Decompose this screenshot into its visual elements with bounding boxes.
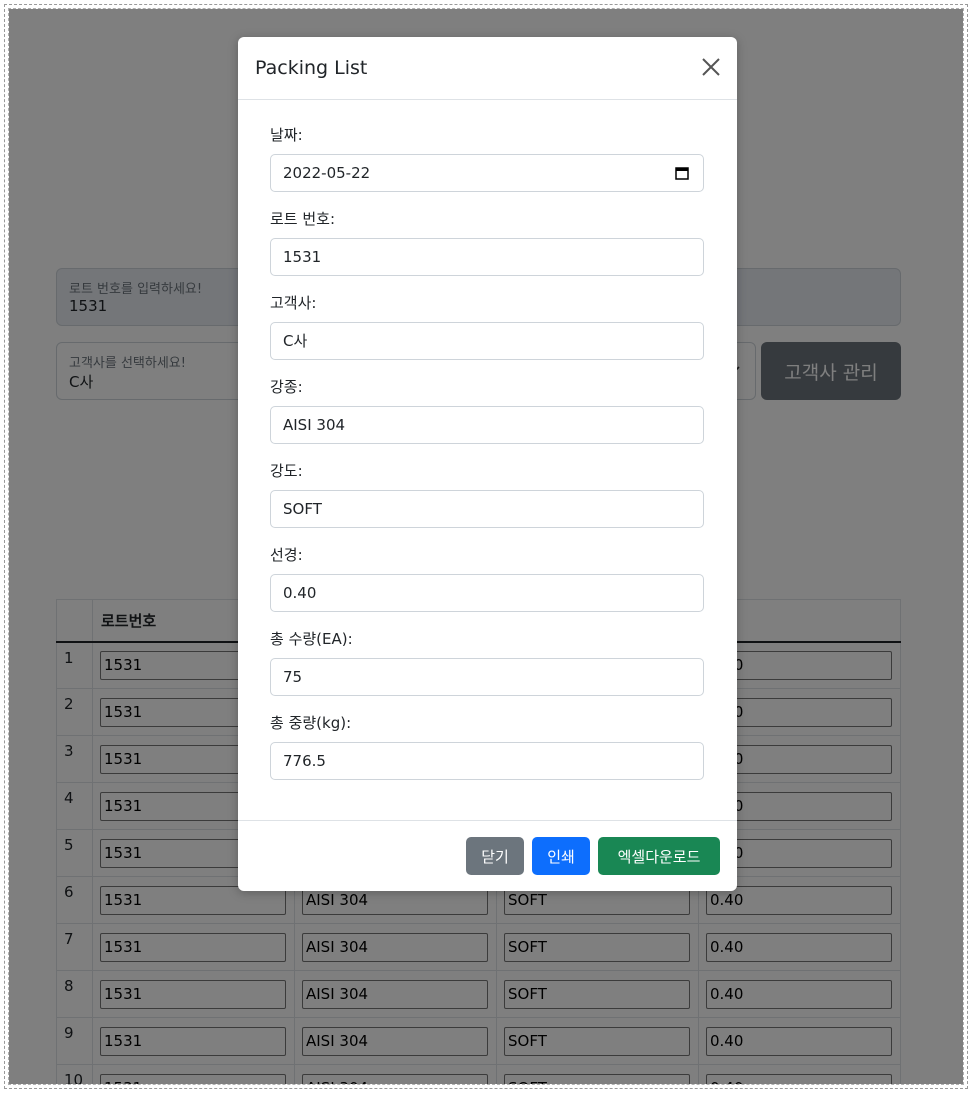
packing-list-modal: Packing List 날짜: 2022-05-22 로트 번호: 1531 … xyxy=(238,37,737,891)
page-frame: 로트 번호를 입력하세요! 1531 고객사를 선택하세요! C사 고객사 관리… xyxy=(4,4,968,1089)
date-value: 2022-05-22 xyxy=(283,164,371,182)
modal-title: Packing List xyxy=(255,57,368,79)
lot-number-label: 로트 번호: xyxy=(270,210,336,228)
hardness-label: 강도: xyxy=(270,462,303,480)
field-date: 날짜: 2022-05-22 xyxy=(270,100,705,192)
total-weight-input[interactable]: 776.5 xyxy=(270,742,704,780)
field-total-quantity: 총 수량(EA): 75 xyxy=(270,604,705,696)
close-button[interactable]: 닫기 xyxy=(466,837,524,875)
calendar-icon[interactable] xyxy=(675,166,689,180)
modal-header: Packing List xyxy=(238,37,737,100)
print-button[interactable]: 인쇄 xyxy=(532,837,590,875)
field-grade: 강종: AISI 304 xyxy=(270,352,705,444)
excel-download-button[interactable]: 엑셀다운로드 xyxy=(598,837,720,875)
field-customer: 고객사: C사 xyxy=(270,268,705,360)
diameter-label: 선경: xyxy=(270,546,303,564)
date-label: 날짜: xyxy=(270,126,303,144)
modal-footer: 닫기 인쇄 엑셀다운로드 xyxy=(238,820,737,891)
page-viewport: 로트 번호를 입력하세요! 1531 고객사를 선택하세요! C사 고객사 관리… xyxy=(8,8,964,1085)
close-icon-button[interactable] xyxy=(697,53,725,81)
field-diameter: 선경: 0.40 xyxy=(270,520,705,612)
customer-label: 고객사: xyxy=(270,294,317,312)
field-hardness: 강도: SOFT xyxy=(270,436,705,528)
grade-label: 강종: xyxy=(270,378,303,396)
close-icon xyxy=(702,58,720,76)
modal-body: 날짜: 2022-05-22 로트 번호: 1531 고객사: C사 강종: A… xyxy=(238,100,737,780)
field-total-weight: 총 중량(kg): 776.5 xyxy=(270,688,705,780)
total-quantity-label: 총 수량(EA): xyxy=(270,630,353,648)
field-lot-number: 로트 번호: 1531 xyxy=(270,184,705,276)
total-weight-label: 총 중량(kg): xyxy=(270,714,352,732)
